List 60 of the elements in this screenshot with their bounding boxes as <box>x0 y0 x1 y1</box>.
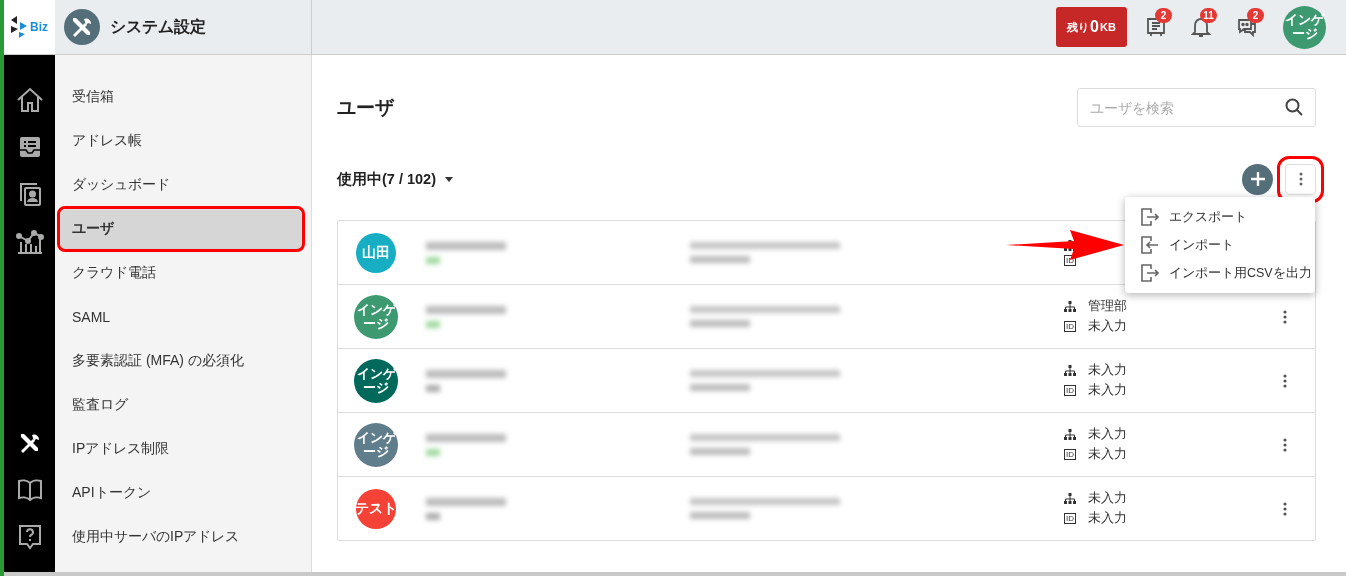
user-avatar: インゲージ <box>354 422 398 467</box>
sidebar-item[interactable]: SAML <box>61 298 301 336</box>
tools-icon <box>64 9 100 45</box>
count-badge: 2 <box>1247 8 1264 23</box>
page-title: ユーザ <box>337 95 394 120</box>
search-icon <box>1285 98 1303 116</box>
org-chart-icon <box>1064 428 1076 441</box>
department-text: 未入力 <box>1088 362 1128 379</box>
search-field[interactable]: ユーザを検索 <box>1077 88 1316 127</box>
plus-icon <box>1250 172 1265 186</box>
more-icon <box>1283 373 1287 388</box>
user-avatar: インゲージ <box>354 358 398 403</box>
user-avatar: 山田 <box>356 232 396 273</box>
department-text: 管理部 <box>1088 298 1128 315</box>
sidebar-item[interactable]: アドレス帳 <box>61 122 301 160</box>
logo: Biz <box>4 0 55 55</box>
department-text: 未入力 <box>1088 426 1128 443</box>
export-icon <box>1141 208 1159 226</box>
more-icon <box>1298 172 1303 186</box>
id-text: 未入力 <box>1088 382 1128 399</box>
sidebar-item[interactable]: 多要素認証 (MFA) の必須化 <box>61 342 301 380</box>
storage-button[interactable]: 残り 0KB <box>1056 7 1127 47</box>
id-badge: ID <box>1064 513 1076 524</box>
sidebar-item[interactable]: 監査ログ <box>61 386 301 424</box>
count-badge: 2 <box>1155 8 1172 23</box>
id-badge: ID <box>1064 321 1076 332</box>
sidebar-item[interactable]: ダッシュボード <box>61 166 301 204</box>
sidebar-item[interactable]: クラウド電話 <box>61 254 301 292</box>
department-text: 未入力 <box>1088 490 1128 507</box>
sidebar-item[interactable]: 受信箱 <box>61 78 301 116</box>
id-text: 未入力 <box>1088 446 1128 463</box>
add-button[interactable] <box>1242 163 1273 195</box>
import-icon <box>1141 236 1159 254</box>
id-badge: ID <box>1064 449 1076 460</box>
user-avatar[interactable]: インゲージ <box>1283 5 1326 49</box>
sidebar-item[interactable]: APIトークン <box>61 474 301 512</box>
org-chart-icon <box>1064 300 1076 313</box>
user-avatar: インゲージ <box>354 294 398 339</box>
more-icon <box>1283 437 1287 452</box>
export-icon <box>1141 264 1159 282</box>
notification-button[interactable]: 11 <box>1191 8 1217 38</box>
notification-button[interactable]: 2 <box>1236 8 1264 38</box>
sidebar-item[interactable]: 使用中サーバのIPアドレス <box>61 518 301 556</box>
more-icon <box>1283 309 1287 324</box>
count-badge: 11 <box>1200 8 1217 23</box>
menu-item[interactable]: インポート用CSVを出力 <box>1125 259 1315 287</box>
status-filter-dropdown[interactable]: 使用中(7 / 102) <box>337 169 453 189</box>
user-avatar: テスト <box>356 488 396 529</box>
menu-item[interactable]: インポート <box>1125 231 1315 259</box>
notification-button[interactable]: 2 <box>1146 8 1172 38</box>
menu-item[interactable]: エクスポート <box>1125 203 1315 231</box>
page-section-title: システム設定 <box>110 16 206 37</box>
sidebar-item[interactable]: IPアドレス制限 <box>61 430 301 468</box>
id-text: 未入力 <box>1088 318 1128 335</box>
org-chart-icon <box>1064 492 1076 505</box>
caret-icon <box>445 176 453 182</box>
org-chart-icon <box>1064 364 1076 377</box>
more-icon <box>1283 501 1287 516</box>
id-text: 未入力 <box>1088 510 1128 527</box>
id-badge: ID <box>1064 385 1076 396</box>
